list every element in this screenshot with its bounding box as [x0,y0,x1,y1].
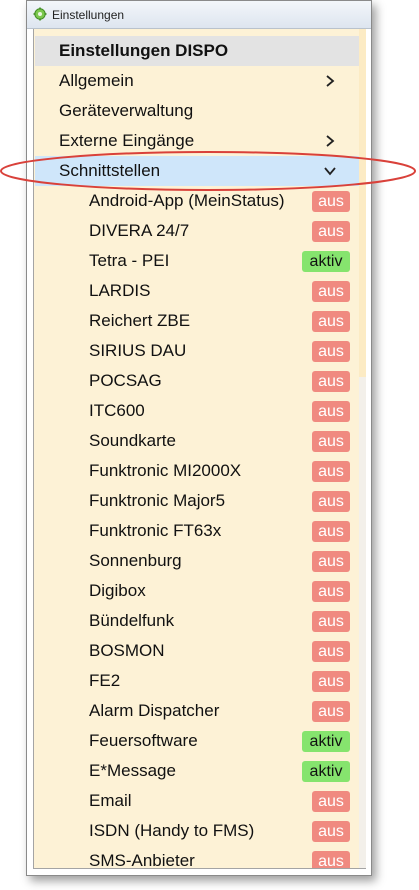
status-badge[interactable]: aktiv [302,761,350,782]
interface-item[interactable]: E*Message aktiv [35,756,359,786]
status-badge[interactable]: aus [312,371,350,392]
interface-label: Soundkarte [89,431,176,450]
menu-item-allgemein[interactable]: Allgemein [35,66,359,96]
status-badge[interactable]: aus [312,221,350,242]
status-badge[interactable]: aus [312,821,350,842]
interface-item[interactable]: Android-App (MeinStatus) aus [35,186,359,216]
interface-label: E*Message [89,761,176,780]
status-badge[interactable]: aus [312,581,350,602]
interface-item[interactable]: Alarm Dispatcher aus [35,696,359,726]
status-badge[interactable]: aus [312,401,350,422]
interface-item[interactable]: SIRIUS DAU aus [35,336,359,366]
status-badge[interactable]: aus [312,551,350,572]
status-badge[interactable]: aus [312,701,350,722]
interface-label: BOSMON [89,641,165,660]
interface-label: Funktronic Major5 [89,491,226,510]
interface-item[interactable]: LARDIS aus [35,276,359,306]
settings-tree-container: Einstellungen DISPO Allgemein Geräteverwa… [33,29,366,869]
status-badge[interactable]: aktiv [302,731,350,752]
menu-item-label: Externe Eingänge [59,131,195,150]
interface-label: Digibox [89,581,146,600]
menu-item-schnittstellen[interactable]: Schnittstellen [35,156,359,186]
interface-label: Reichert ZBE [89,311,191,330]
interface-item[interactable]: Reichert ZBE aus [35,306,359,336]
interface-label: Sonnenburg [89,551,182,570]
interface-label: DIVERA 24/7 [89,221,190,240]
chevron-down-icon[interactable] [323,164,337,178]
interface-item[interactable]: Digibox aus [35,576,359,606]
interface-item[interactable]: Feuersoftware aktiv [35,726,359,756]
interface-item[interactable]: ISDN (Handy to FMS) aus [35,816,359,846]
interface-item[interactable]: Tetra - PEI aktiv [35,246,359,276]
interface-item[interactable]: Funktronic Major5 aus [35,486,359,516]
status-badge[interactable]: aus [312,281,350,302]
interface-label: SMS-Anbieter [89,851,195,868]
interface-label: ITC600 [89,401,145,420]
menu-item-externe-eingänge[interactable]: Externe Eingänge [35,126,359,156]
chevron-right-icon[interactable] [323,74,337,88]
menu-item-label: Schnittstellen [59,161,161,180]
settings-tree: Einstellungen DISPO Allgemein Geräteverwa… [35,29,359,868]
status-badge[interactable]: aus [312,641,350,662]
interface-label: LARDIS [89,281,151,300]
status-badge[interactable]: aus [312,671,350,692]
interface-label: Android-App (MeinStatus) [89,191,285,210]
interface-item[interactable]: Soundkarte aus [35,426,359,456]
interface-item[interactable]: SMS-Anbieter aus [35,846,359,868]
interface-label: Bündelfunk [89,611,175,630]
interface-label: POCSAG [89,371,162,390]
interface-item[interactable]: FE2 aus [35,666,359,696]
status-badge[interactable]: aus [312,851,350,868]
interface-item[interactable]: BOSMON aus [35,636,359,666]
scrollbar[interactable] [359,29,366,868]
interface-item[interactable]: DIVERA 24/7 aus [35,216,359,246]
interface-item[interactable]: POCSAG aus [35,366,359,396]
interface-item[interactable]: Sonnenburg aus [35,546,359,576]
scrollbar-thumb[interactable] [359,29,366,377]
interface-item[interactable]: ITC600 aus [35,396,359,426]
interface-label: Funktronic FT63x [89,521,222,540]
interface-item[interactable]: Email aus [35,786,359,816]
menu-item-geräteverwaltung[interactable]: Geräteverwaltung [35,96,359,126]
interface-label: ISDN (Handy to FMS) [89,821,255,840]
status-badge[interactable]: aus [312,431,350,452]
menu-item-label: Allgemein [59,71,134,90]
status-badge[interactable]: aus [312,311,350,332]
window-title: Einstellungen [52,8,125,22]
interface-item[interactable]: Funktronic FT63x aus [35,516,359,546]
interface-label: Alarm Dispatcher [89,701,220,720]
status-badge[interactable]: aus [312,191,350,212]
interface-item[interactable]: Bündelfunk aus [35,606,359,636]
interface-item[interactable]: Funktronic MI2000X aus [35,456,359,486]
status-badge[interactable]: aktiv [302,251,350,272]
interface-label: Email [89,791,132,810]
interface-label: Tetra - PEI [89,251,170,270]
chevron-right-icon[interactable] [323,134,337,148]
status-badge[interactable]: aus [312,461,350,482]
status-badge[interactable]: aus [312,791,350,812]
interface-label: FE2 [89,671,121,690]
status-badge[interactable]: aus [312,521,350,542]
title-bar[interactable]: Einstellungen [27,1,371,29]
settings-window: Einstellungen Einstellungen DISPO Allgem… [26,0,372,876]
menu-item-label: Geräteverwaltung [59,101,194,120]
interface-label: Funktronic MI2000X [89,461,242,480]
status-badge[interactable]: aus [312,341,350,362]
tree-header: Einstellungen DISPO [35,36,359,66]
interface-label: SIRIUS DAU [89,341,187,360]
interface-label: Feuersoftware [89,731,198,750]
status-badge[interactable]: aus [312,611,350,632]
gear-icon [33,7,47,21]
status-badge[interactable]: aus [312,491,350,512]
